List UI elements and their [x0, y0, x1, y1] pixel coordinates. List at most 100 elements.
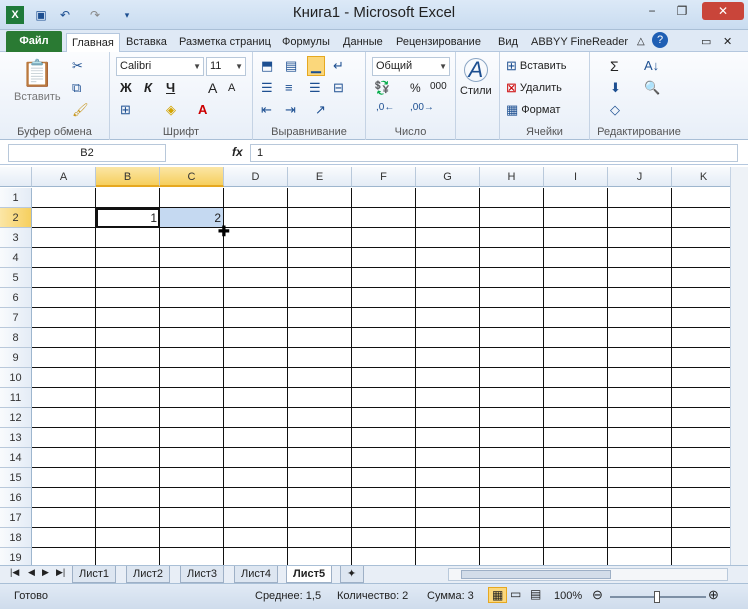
row-header[interactable]: 9	[0, 348, 32, 368]
cell-a13[interactable]	[32, 428, 96, 448]
currency-icon[interactable]: 💱	[374, 80, 390, 96]
align-top-icon[interactable]: ⬒	[261, 58, 273, 74]
cell-f15[interactable]	[352, 468, 416, 488]
redo-icon[interactable]: ↷	[86, 6, 104, 24]
cell-d18[interactable]	[224, 528, 288, 548]
cell-j19[interactable]	[608, 548, 672, 565]
font-color-icon[interactable]: A	[198, 102, 207, 117]
cell-c1[interactable]	[160, 188, 224, 208]
sort-filter-icon[interactable]: A↓	[644, 58, 659, 73]
cell-a16[interactable]	[32, 488, 96, 508]
restore-button[interactable]: ❐	[670, 2, 694, 20]
cell-c3[interactable]	[160, 228, 224, 248]
cell-d1[interactable]	[224, 188, 288, 208]
cell-k5[interactable]	[672, 268, 730, 288]
min-workbook-icon[interactable]: ▭	[696, 33, 716, 52]
cell-b11[interactable]	[96, 388, 160, 408]
align-center-icon[interactable]: ≡	[285, 80, 293, 95]
insert-function-button[interactable]: fx	[232, 145, 243, 159]
cell-g14[interactable]	[416, 448, 480, 468]
cell-d17[interactable]	[224, 508, 288, 528]
vertical-scrollbar[interactable]	[730, 167, 748, 565]
cell-i1[interactable]	[544, 188, 608, 208]
cell-j10[interactable]	[608, 368, 672, 388]
cell-h12[interactable]	[480, 408, 544, 428]
tab-review[interactable]: Рецензирование	[391, 33, 486, 52]
cell-k2[interactable]	[672, 208, 730, 228]
row-header[interactable]: 18	[0, 528, 32, 548]
tab-page-layout[interactable]: Разметка страниц	[174, 33, 272, 52]
ribbon-collapse-icon[interactable]: △	[632, 33, 650, 52]
row-header[interactable]: 3	[0, 228, 32, 248]
cell-h7[interactable]	[480, 308, 544, 328]
cell-a6[interactable]	[32, 288, 96, 308]
cell-g11[interactable]	[416, 388, 480, 408]
number-format-select[interactable]: Общий ▼	[372, 57, 450, 76]
delete-cells-button[interactable]: ⊠ Удалить	[506, 80, 562, 96]
align-left-icon[interactable]: ☰	[261, 80, 273, 96]
sheet-tab-3[interactable]: Лист3	[180, 566, 225, 583]
zoom-out-icon[interactable]: ⊖	[592, 587, 603, 603]
cell-k7[interactable]	[672, 308, 730, 328]
cell-j5[interactable]	[608, 268, 672, 288]
cell-b17[interactable]	[96, 508, 160, 528]
cell-k13[interactable]	[672, 428, 730, 448]
sheet-tab-2[interactable]: Лист2	[126, 566, 171, 583]
cell-c17[interactable]	[160, 508, 224, 528]
fill-color-icon[interactable]: ◈	[166, 102, 176, 118]
cell-j2[interactable]	[608, 208, 672, 228]
cell-h11[interactable]	[480, 388, 544, 408]
excel-logo-icon[interactable]: X	[6, 6, 24, 24]
cell-e15[interactable]	[288, 468, 352, 488]
find-icon[interactable]: 🔍	[644, 80, 660, 96]
formula-input[interactable]: 1	[250, 144, 738, 162]
row-header[interactable]: 2	[0, 208, 32, 228]
cell-h6[interactable]	[480, 288, 544, 308]
cell-b13[interactable]	[96, 428, 160, 448]
help-icon[interactable]: ?	[652, 32, 668, 48]
font-name-select[interactable]: Calibri ▼	[116, 57, 204, 76]
cell-e5[interactable]	[288, 268, 352, 288]
cell-c6[interactable]	[160, 288, 224, 308]
cell-f2[interactable]	[352, 208, 416, 228]
decrease-decimal-icon[interactable]: ,00→	[410, 102, 434, 113]
paste-button[interactable]: 📋 Вставить	[14, 58, 61, 103]
column-header[interactable]: H	[480, 167, 544, 187]
cell-d9[interactable]	[224, 348, 288, 368]
sheet-nav-prev-icon[interactable]: ◀	[28, 567, 35, 578]
cell-h9[interactable]	[480, 348, 544, 368]
cell-b15[interactable]	[96, 468, 160, 488]
name-box[interactable]: B2	[8, 144, 166, 162]
cell-b10[interactable]	[96, 368, 160, 388]
row-header[interactable]: 17	[0, 508, 32, 528]
cell-a3[interactable]	[32, 228, 96, 248]
cell-k12[interactable]	[672, 408, 730, 428]
cell-g13[interactable]	[416, 428, 480, 448]
cell-f5[interactable]	[352, 268, 416, 288]
cell-f10[interactable]	[352, 368, 416, 388]
cell-d19[interactable]	[224, 548, 288, 565]
cell-i2[interactable]	[544, 208, 608, 228]
cell-k17[interactable]	[672, 508, 730, 528]
horizontal-scroll-thumb[interactable]	[461, 570, 611, 579]
cell-g10[interactable]	[416, 368, 480, 388]
cell-e8[interactable]	[288, 328, 352, 348]
row-header[interactable]: 14	[0, 448, 32, 468]
save-icon[interactable]: ▣	[32, 6, 50, 24]
cell-b12[interactable]	[96, 408, 160, 428]
format-painter-icon[interactable]: 🖌	[72, 102, 89, 118]
cell-c9[interactable]	[160, 348, 224, 368]
cell-j1[interactable]	[608, 188, 672, 208]
cell-d7[interactable]	[224, 308, 288, 328]
cell-c11[interactable]	[160, 388, 224, 408]
cell-h16[interactable]	[480, 488, 544, 508]
column-header[interactable]: F	[352, 167, 416, 187]
cell-a15[interactable]	[32, 468, 96, 488]
cell-g9[interactable]	[416, 348, 480, 368]
cell-c14[interactable]	[160, 448, 224, 468]
cell-i5[interactable]	[544, 268, 608, 288]
cell-b16[interactable]	[96, 488, 160, 508]
italic-button[interactable]: К	[144, 80, 152, 95]
cell-a17[interactable]	[32, 508, 96, 528]
column-header[interactable]: A	[32, 167, 96, 187]
